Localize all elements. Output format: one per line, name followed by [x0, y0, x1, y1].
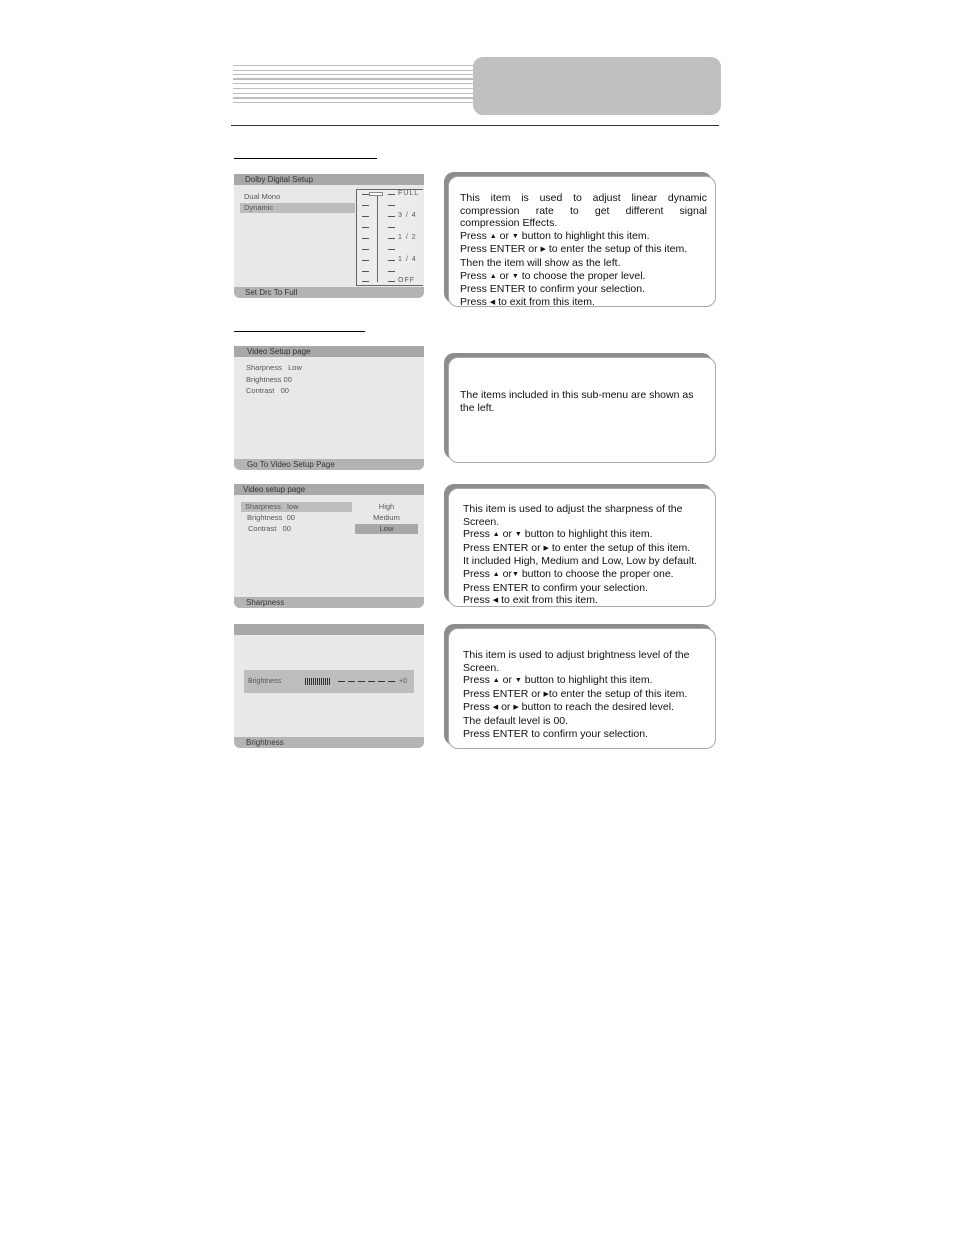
arrow-icon: ▼: [514, 677, 522, 685]
arrow-icon: ◀: [489, 298, 496, 306]
osd-item-brightness: Brightness 00: [247, 513, 295, 522]
osd-item-brightness: Brightness 00: [246, 375, 292, 384]
osd-brightness: Brightness +0 Brightness: [234, 624, 424, 748]
info-line: Screen.: [463, 661, 500, 674]
info-box-sharpness: This item is used to adjust the sharpnes…: [448, 488, 716, 607]
arrow-icon: ▲: [489, 232, 497, 240]
scale-label-3-4: 3 / 4: [398, 212, 417, 219]
arrow-icon: ▲: [492, 531, 500, 539]
osd-title: Video Setup page: [247, 347, 311, 356]
osd-title-bar: [234, 624, 424, 635]
arrow-icon: ▲: [489, 272, 497, 280]
info-line: The items included in this sub-menu are …: [460, 389, 694, 401]
osd-status-bar: Brightness: [234, 737, 424, 748]
arrow-icon: ◀: [492, 597, 499, 605]
arrow-icon: ▶: [513, 704, 519, 712]
header-divider: [231, 125, 719, 126]
info-line: Press ◀ or ▶ button to reach the desired…: [463, 701, 674, 714]
info-line: Press ▲ or ▼ to choose the proper level.: [460, 269, 646, 282]
arrow-icon: ▲: [492, 677, 500, 685]
osd-item-sharpness: Sharpness Low: [246, 363, 302, 372]
info-line: This item is used to adjust the sharpnes…: [463, 503, 683, 515]
info-line: Press ENTER to confirm your selection.: [463, 727, 648, 740]
osd-status-bar: Sharpness: [234, 597, 424, 608]
osd-title-bar: Dolby Digital Setup: [234, 174, 424, 185]
info-line: Press ENTER or ▶to enter the setup of th…: [463, 687, 688, 700]
osd-title: Dolby Digital Setup: [245, 175, 314, 184]
info-line: Press ▲ or ▼ button to highlight this it…: [463, 528, 653, 541]
section-heading-underline: [234, 331, 365, 332]
info-box-dynamic: This item is used to adjust linear dynam…: [448, 176, 716, 308]
info-line: This item is used to adjust brightness l…: [463, 649, 690, 661]
arrow-icon: ◀: [492, 704, 499, 712]
option-low-selected: Low: [355, 524, 418, 534]
arrow-icon: ▶: [543, 690, 549, 698]
arrow-icon: ▼: [511, 570, 519, 578]
info-line: Press ENTER or ▶ to enter the setup of t…: [463, 541, 691, 554]
info-line: Press ENTER or ▶ to enter the setup of t…: [460, 243, 688, 256]
brightness-filled-ticks: [305, 678, 330, 685]
osd-item-contrast: Contrast 00: [248, 524, 291, 533]
header-tab: [473, 57, 721, 115]
osd-title-bar: Video Setup page: [234, 346, 424, 357]
arrow-icon: ▶: [543, 544, 549, 552]
info-line: the left.: [460, 401, 495, 414]
scale-label-1-2: 1 / 2: [398, 234, 417, 241]
osd-item-sharpness: Sharpness low: [241, 502, 352, 512]
option-high: High: [378, 502, 395, 511]
arrow-icon: ▶: [540, 246, 546, 254]
info-line: Press ▲ or▼ button to choose the proper …: [463, 567, 674, 580]
info-line: Then the item will show as the left.: [460, 256, 621, 269]
osd-title-bar: Video setup page: [234, 484, 424, 495]
osd-status: Sharpness: [246, 598, 285, 607]
scale-knob: [369, 192, 383, 196]
info-line: This item is used to adjust linear dynam…: [460, 192, 707, 204]
info-line: Press ENTER to confirm your selection.: [460, 283, 645, 296]
section-heading-underline: [234, 158, 377, 159]
header-stripes: [233, 63, 476, 107]
osd-status-bar: Go To Video Setup Page: [234, 459, 424, 470]
drc-level-scale: FULL 3 / 4 1 / 2 1 / 4 OFF: [356, 189, 423, 286]
osd-status: Brightness: [246, 738, 284, 747]
brightness-slider-label: Brightness: [248, 678, 282, 685]
info-line: Press ▲ or ▼ button to highlight this it…: [463, 674, 653, 687]
scale-label-1-4: 1 / 4: [398, 256, 417, 263]
brightness-slider: Brightness +0: [244, 670, 414, 693]
osd-item-contrast: Contrast 00: [246, 386, 289, 395]
osd-video-setup-page: Video Setup page Sharpness Low Brightnes…: [234, 346, 424, 470]
osd-title: Video setup page: [243, 485, 306, 494]
osd-status: Set Drc To Full: [245, 288, 298, 297]
brightness-value: +0: [399, 678, 407, 685]
osd-status-bar: Set Drc To Full: [234, 287, 424, 298]
osd-dolby-digital-setup: Dolby Digital Setup Dual Mono Dynamic FU…: [234, 174, 424, 298]
info-box-brightness: This item is used to adjust brightness l…: [448, 628, 716, 749]
info-line: Press ◀ to exit from this item.: [460, 295, 595, 308]
info-box-video-setup: The items included in this sub-menu are …: [448, 357, 716, 463]
info-line: Press ◀ to exit from this item.: [463, 594, 598, 607]
info-line: It included High, Medium and Low, Low by…: [463, 555, 698, 568]
osd-sharpness: Video setup page Sharpness low Brightnes…: [234, 484, 424, 608]
info-line: Press ENTER to confirm your selection.: [463, 581, 648, 594]
osd-item-dynamic: Dynamic: [240, 203, 355, 213]
arrow-icon: ▼: [511, 272, 519, 280]
info-line: Press ▲ or ▼ button to highlight this it…: [460, 229, 650, 242]
osd-item-dual-mono: Dual Mono: [244, 192, 281, 201]
info-line: Screen.: [463, 515, 500, 528]
info-line: compression Effects.: [460, 217, 558, 230]
scale-label-off: OFF: [398, 277, 415, 284]
arrow-icon: ▼: [511, 232, 519, 240]
arrow-icon: ▼: [514, 531, 522, 539]
scale-label-full: FULL: [398, 190, 420, 197]
info-line: The default level is 00.: [463, 714, 569, 727]
scale-track: [377, 192, 378, 282]
option-medium: Medium: [373, 513, 400, 522]
info-line: compression rate to get different signal: [460, 204, 707, 217]
osd-status: Go To Video Setup Page: [247, 460, 335, 469]
arrow-icon: ▲: [492, 570, 500, 578]
